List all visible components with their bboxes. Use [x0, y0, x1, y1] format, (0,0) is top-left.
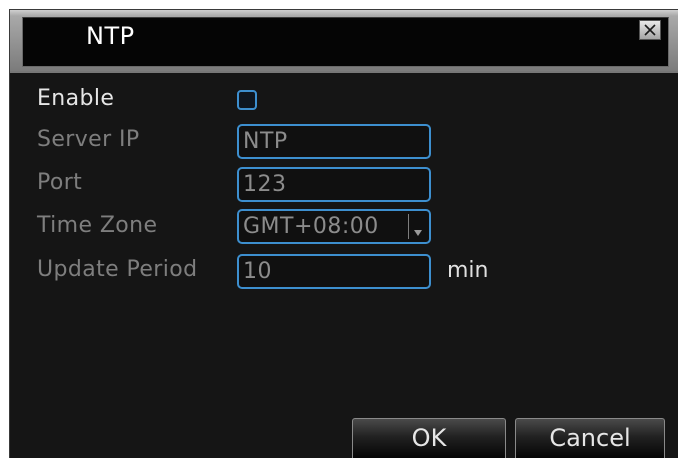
ok-button[interactable]: OK — [352, 418, 506, 458]
title-divider — [10, 71, 678, 73]
update-period-label: Update Period — [37, 257, 198, 282]
time-zone-label: Time Zone — [37, 213, 158, 238]
chevron-down-icon[interactable] — [413, 222, 423, 241]
port-input[interactable]: 123 — [237, 167, 431, 202]
server-ip-label: Server IP — [37, 127, 140, 152]
time-zone-value: GMT+08:00 — [243, 214, 379, 239]
dialog-title: NTP — [86, 22, 135, 50]
enable-checkbox[interactable] — [237, 90, 257, 110]
select-separator — [408, 214, 409, 239]
close-button[interactable] — [639, 20, 661, 40]
update-period-unit: min — [447, 258, 489, 283]
enable-label: Enable — [37, 86, 115, 111]
cancel-button[interactable]: Cancel — [515, 418, 665, 458]
port-label: Port — [37, 170, 83, 195]
time-zone-select[interactable]: GMT+08:00 — [237, 209, 431, 244]
ntp-dialog: NTP Enable Server IP NTP Port 123 Time Z… — [9, 9, 678, 458]
title-bar: NTP — [10, 10, 678, 71]
title-panel: NTP — [22, 17, 669, 67]
server-ip-input[interactable]: NTP — [237, 124, 431, 159]
update-period-input[interactable]: 10 — [237, 254, 431, 289]
